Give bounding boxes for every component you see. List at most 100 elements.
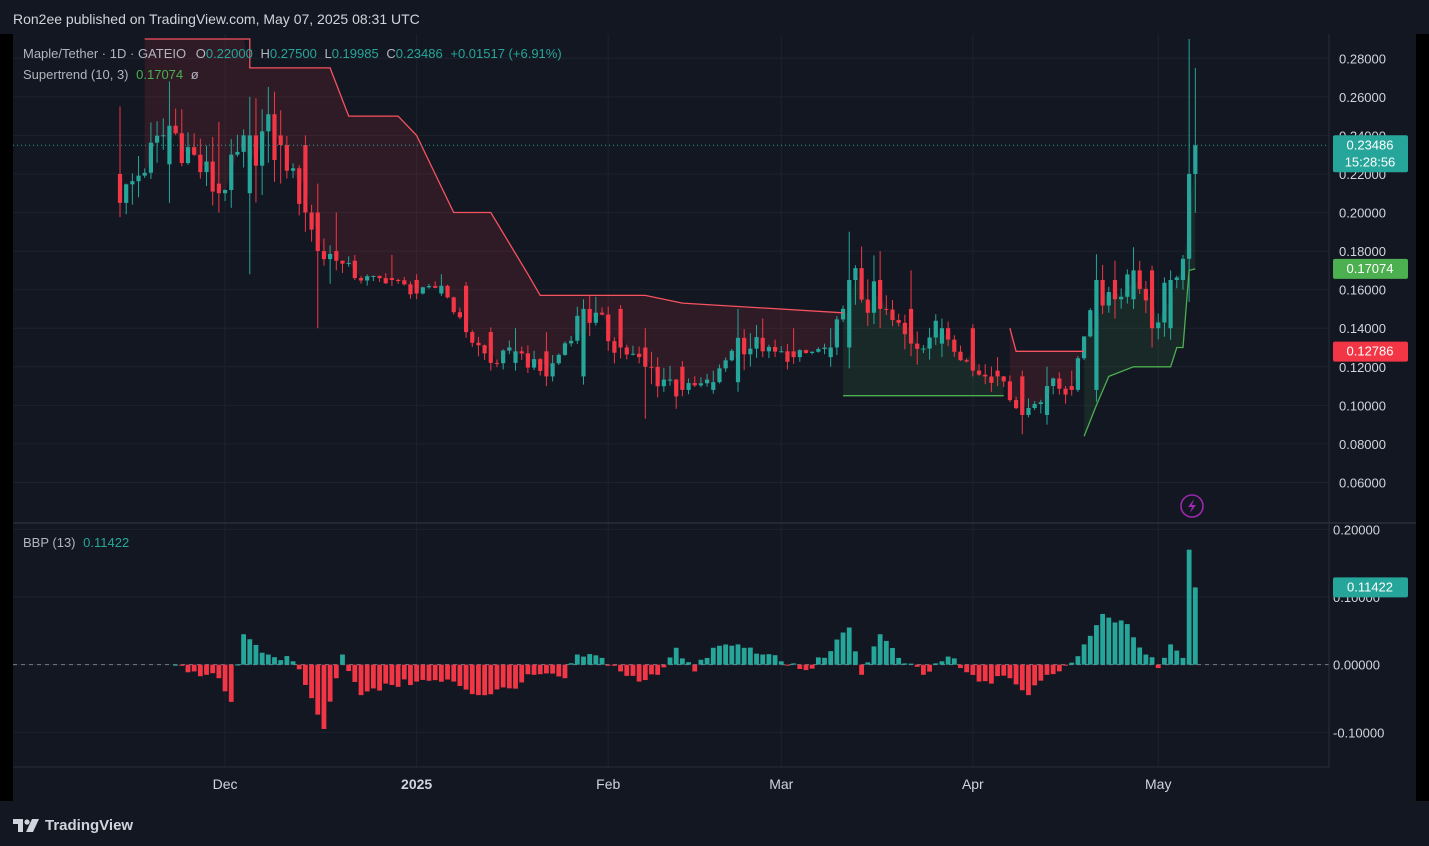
bbp-bar xyxy=(173,664,179,666)
bbp-bar xyxy=(1019,664,1025,691)
bbp-bar xyxy=(908,663,914,665)
candle-body xyxy=(1081,336,1087,359)
bbp-bar xyxy=(222,664,228,692)
tradingview-logo[interactable]: TradingView xyxy=(13,816,133,834)
bbp-bar xyxy=(1032,664,1038,686)
candle-body xyxy=(253,135,259,166)
bbp-bar xyxy=(340,654,345,665)
bbp-bar xyxy=(729,645,735,665)
bbp-bar xyxy=(216,664,222,679)
supertrend-legend[interactable]: Supertrend (10, 3) 0.17074 ø xyxy=(23,67,199,82)
bbp-bar xyxy=(914,664,920,667)
bbp-bar xyxy=(710,647,716,665)
candle-body xyxy=(779,351,784,353)
candle-body xyxy=(871,281,877,313)
candle-body xyxy=(445,285,450,298)
high-label: H xyxy=(260,46,270,61)
bbp-bar xyxy=(389,664,395,685)
time-tick-label: 2025 xyxy=(401,776,432,792)
chart-canvas[interactable]: 0.06000 0.08000 0.10000 0.12000 0.14000 0.160… xyxy=(13,34,1416,801)
bbp-bar xyxy=(574,654,580,665)
time-tick-label: Dec xyxy=(213,776,238,792)
candle-body xyxy=(927,337,932,349)
candle-body xyxy=(754,337,759,349)
candle-body xyxy=(847,280,852,348)
candle-body xyxy=(1112,280,1118,300)
candle-body xyxy=(884,308,889,310)
bbp-bar xyxy=(1056,664,1062,672)
bbp-bar xyxy=(698,659,704,665)
bbp-value-tag: 0.11422 xyxy=(1333,577,1408,598)
bbp-bar xyxy=(1013,664,1019,685)
bbp-bar xyxy=(519,664,525,683)
bbp-bar xyxy=(877,634,883,665)
price-tick-label: 0.16000 xyxy=(1339,283,1386,298)
candle-body xyxy=(266,114,271,132)
bbp-bar xyxy=(976,664,982,682)
bbp-bar xyxy=(1106,617,1112,665)
candle-body xyxy=(1063,388,1068,395)
candle-body xyxy=(902,322,907,335)
bbp-bar xyxy=(414,664,420,682)
candle-body xyxy=(315,212,320,252)
candle-body xyxy=(742,337,747,355)
candle-body xyxy=(1001,376,1006,382)
candle-body xyxy=(828,347,833,358)
price-tick-label: 0.10000 xyxy=(1339,398,1386,413)
candle-body xyxy=(130,181,135,185)
candle-body xyxy=(896,320,901,323)
bbp-bar xyxy=(401,664,407,680)
chart-frame[interactable]: 0.06000 0.08000 0.10000 0.12000 0.14000 0.160… xyxy=(13,34,1416,801)
bbp-bar xyxy=(463,664,469,690)
candle-body xyxy=(735,337,741,383)
bbp-bar xyxy=(988,664,994,684)
bbp-legend[interactable]: BBP (13) 0.11422 xyxy=(23,535,129,550)
symbol-name[interactable]: Maple/Tether xyxy=(23,46,98,61)
time-tick-label: Mar xyxy=(769,776,793,792)
candle-body xyxy=(785,351,790,362)
bbp-tick-label: 0.20000 xyxy=(1333,522,1380,537)
bbp-bar xyxy=(673,647,679,665)
bbp-bar xyxy=(1186,549,1192,665)
candle-body xyxy=(674,379,679,397)
candle-body xyxy=(222,189,228,194)
bbp-bar xyxy=(655,664,661,675)
low-value: 0.19985 xyxy=(331,46,379,61)
bbp-bar xyxy=(1044,664,1050,675)
supertrend-line xyxy=(1009,328,1085,352)
candle-body xyxy=(1020,376,1025,415)
bbp-bar xyxy=(272,657,277,665)
time-tick-label: May xyxy=(1145,776,1171,792)
candle-body xyxy=(1187,173,1192,259)
candle-body xyxy=(667,379,673,381)
bbp-bar xyxy=(995,664,1000,677)
secondary-price-tag-text: 0.12786 xyxy=(1347,344,1394,359)
bbp-bar xyxy=(803,664,809,671)
candle-body xyxy=(1007,381,1013,401)
candle-body xyxy=(575,315,580,341)
time-tick-label: Feb xyxy=(596,776,620,792)
bbp-histogram xyxy=(13,549,1329,729)
candle-body xyxy=(278,135,283,146)
candle-body xyxy=(983,374,988,377)
candle-body xyxy=(204,161,209,173)
bbp-bar xyxy=(1174,650,1180,665)
bbp-bar xyxy=(358,664,364,696)
candle-body xyxy=(878,280,883,309)
bbp-bar xyxy=(537,664,543,675)
bbp-bar xyxy=(692,664,698,672)
supertrend-suffix: ø xyxy=(190,67,199,82)
bbp-bar xyxy=(933,663,939,665)
price-tick-label: 0.28000 xyxy=(1339,51,1386,66)
candle-body xyxy=(1026,408,1031,415)
supertrend-value: 0.17074 xyxy=(136,67,184,82)
bbp-bar xyxy=(476,664,481,696)
candle-body xyxy=(711,382,716,390)
bbp-bar xyxy=(1001,664,1007,676)
bbp-bar xyxy=(840,632,846,665)
bbp-bar xyxy=(327,664,333,702)
candle-body xyxy=(439,285,444,294)
bbp-bar xyxy=(785,664,790,666)
bbp-bar xyxy=(853,651,858,665)
candle-body xyxy=(810,351,815,353)
